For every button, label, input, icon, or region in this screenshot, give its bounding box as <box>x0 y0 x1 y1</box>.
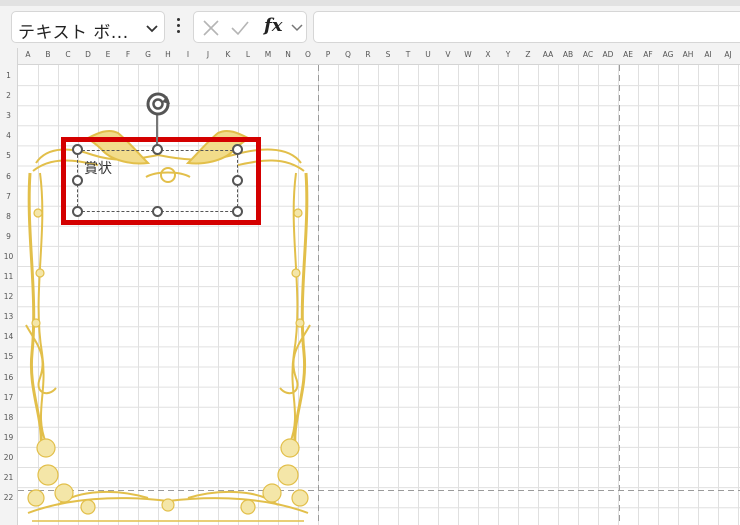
function-button[interactable]: fx <box>264 15 282 36</box>
row-header-bar: 1 2 3 4 5 6 7 8 9 10 11 12 13 14 15 16 17 18 19 20 21 22 <box>0 65 18 525</box>
resize-handle-top-right[interactable] <box>232 144 243 155</box>
column-header-j[interactable]: J <box>198 50 218 59</box>
name-box[interactable]: テキスト ボ... <box>11 11 165 43</box>
column-header-ad[interactable]: AD <box>598 50 618 59</box>
text-box-content[interactable]: 賞状 <box>84 158 112 178</box>
row-header-22[interactable]: 22 <box>0 493 17 502</box>
column-header-i[interactable]: I <box>178 50 198 59</box>
row-header-2[interactable]: 2 <box>0 91 17 100</box>
column-header-k[interactable]: K <box>218 50 238 59</box>
column-header-l[interactable]: L <box>238 50 258 59</box>
row-header-6[interactable]: 6 <box>0 172 17 181</box>
column-header-ah[interactable]: AH <box>678 50 698 59</box>
column-header-bar: A B C D E F G H I J K L M N O P Q R S T U V W X Y Z AA AB AC AD AE AF AG… <box>0 48 740 65</box>
row-header-17[interactable]: 17 <box>0 393 17 402</box>
column-header-d[interactable]: D <box>78 50 98 59</box>
resize-handle-bottom-left[interactable] <box>72 206 83 217</box>
row-header-9[interactable]: 9 <box>0 232 17 241</box>
row-header-11[interactable]: 11 <box>0 272 17 281</box>
resize-handle-left[interactable] <box>72 175 83 186</box>
column-header-u[interactable]: U <box>418 50 438 59</box>
column-header-z[interactable]: Z <box>518 50 538 59</box>
row-header-12[interactable]: 12 <box>0 292 17 301</box>
resize-handle-top-left[interactable] <box>72 144 83 155</box>
column-header-ai[interactable]: AI <box>698 50 718 59</box>
row-header-19[interactable]: 19 <box>0 433 17 442</box>
resize-handle-top[interactable] <box>152 144 163 155</box>
more-vertical-icon[interactable] <box>174 18 182 38</box>
column-header-ag[interactable]: AG <box>658 50 678 59</box>
column-header-w[interactable]: W <box>458 50 478 59</box>
row-header-3[interactable]: 3 <box>0 111 17 120</box>
column-header-v[interactable]: V <box>438 50 458 59</box>
column-header-m[interactable]: M <box>258 50 278 59</box>
row-header-20[interactable]: 20 <box>0 453 17 462</box>
check-icon[interactable] <box>230 19 250 37</box>
column-header-x[interactable]: X <box>478 50 498 59</box>
row-header-8[interactable]: 8 <box>0 212 17 221</box>
column-header-aa[interactable]: AA <box>538 50 558 59</box>
close-icon[interactable] <box>202 19 220 37</box>
column-header-ab[interactable]: AB <box>558 50 578 59</box>
column-header-ac[interactable]: AC <box>578 50 598 59</box>
row-header-21[interactable]: 21 <box>0 473 17 482</box>
name-box-value: テキスト ボ... <box>18 23 129 43</box>
chevron-down-icon[interactable] <box>290 22 304 34</box>
row-header-13[interactable]: 13 <box>0 312 17 321</box>
formula-buttons: fx <box>193 11 307 43</box>
column-header-b[interactable]: B <box>38 50 58 59</box>
column-header-h[interactable]: H <box>158 50 178 59</box>
resize-handle-right[interactable] <box>232 175 243 186</box>
column-header-e[interactable]: E <box>98 50 118 59</box>
column-header-y[interactable]: Y <box>498 50 518 59</box>
column-header-n[interactable]: N <box>278 50 298 59</box>
column-header-a[interactable]: A <box>18 50 38 59</box>
row-header-18[interactable]: 18 <box>0 413 17 422</box>
row-header-1[interactable]: 1 <box>0 71 17 80</box>
column-header-s[interactable]: S <box>378 50 398 59</box>
row-header-15[interactable]: 15 <box>0 352 17 361</box>
spreadsheet[interactable]: A B C D E F G H I J K L M N O P Q R S T U V W X Y Z AA AB AC AD AE AF AG… <box>0 48 740 525</box>
row-header-5[interactable]: 5 <box>0 151 17 160</box>
formula-bar-input[interactable] <box>313 11 740 43</box>
column-header-aj[interactable]: AJ <box>718 50 738 59</box>
column-header-af[interactable]: AF <box>638 50 658 59</box>
column-header-g[interactable]: G <box>138 50 158 59</box>
rotate-icon[interactable] <box>143 90 173 118</box>
selected-text-box[interactable]: 賞状 <box>77 150 238 212</box>
select-all-corner[interactable] <box>0 48 18 65</box>
row-header-4[interactable]: 4 <box>0 131 17 140</box>
resize-handle-bottom-right[interactable] <box>232 206 243 217</box>
column-header-ae[interactable]: AE <box>618 50 638 59</box>
resize-handle-bottom[interactable] <box>152 206 163 217</box>
column-header-r[interactable]: R <box>358 50 378 59</box>
row-header-14[interactable]: 14 <box>0 332 17 341</box>
column-header-p[interactable]: P <box>318 50 338 59</box>
column-header-f[interactable]: F <box>118 50 138 59</box>
formula-toolbar: テキスト ボ... fx <box>0 6 740 48</box>
column-header-t[interactable]: T <box>398 50 418 59</box>
row-header-7[interactable]: 7 <box>0 192 17 201</box>
column-header-c[interactable]: C <box>58 50 78 59</box>
column-header-q[interactable]: Q <box>338 50 358 59</box>
column-header-o[interactable]: O <box>298 50 318 59</box>
chevron-down-icon[interactable] <box>144 20 160 36</box>
row-header-10[interactable]: 10 <box>0 252 17 261</box>
row-header-16[interactable]: 16 <box>0 373 17 382</box>
